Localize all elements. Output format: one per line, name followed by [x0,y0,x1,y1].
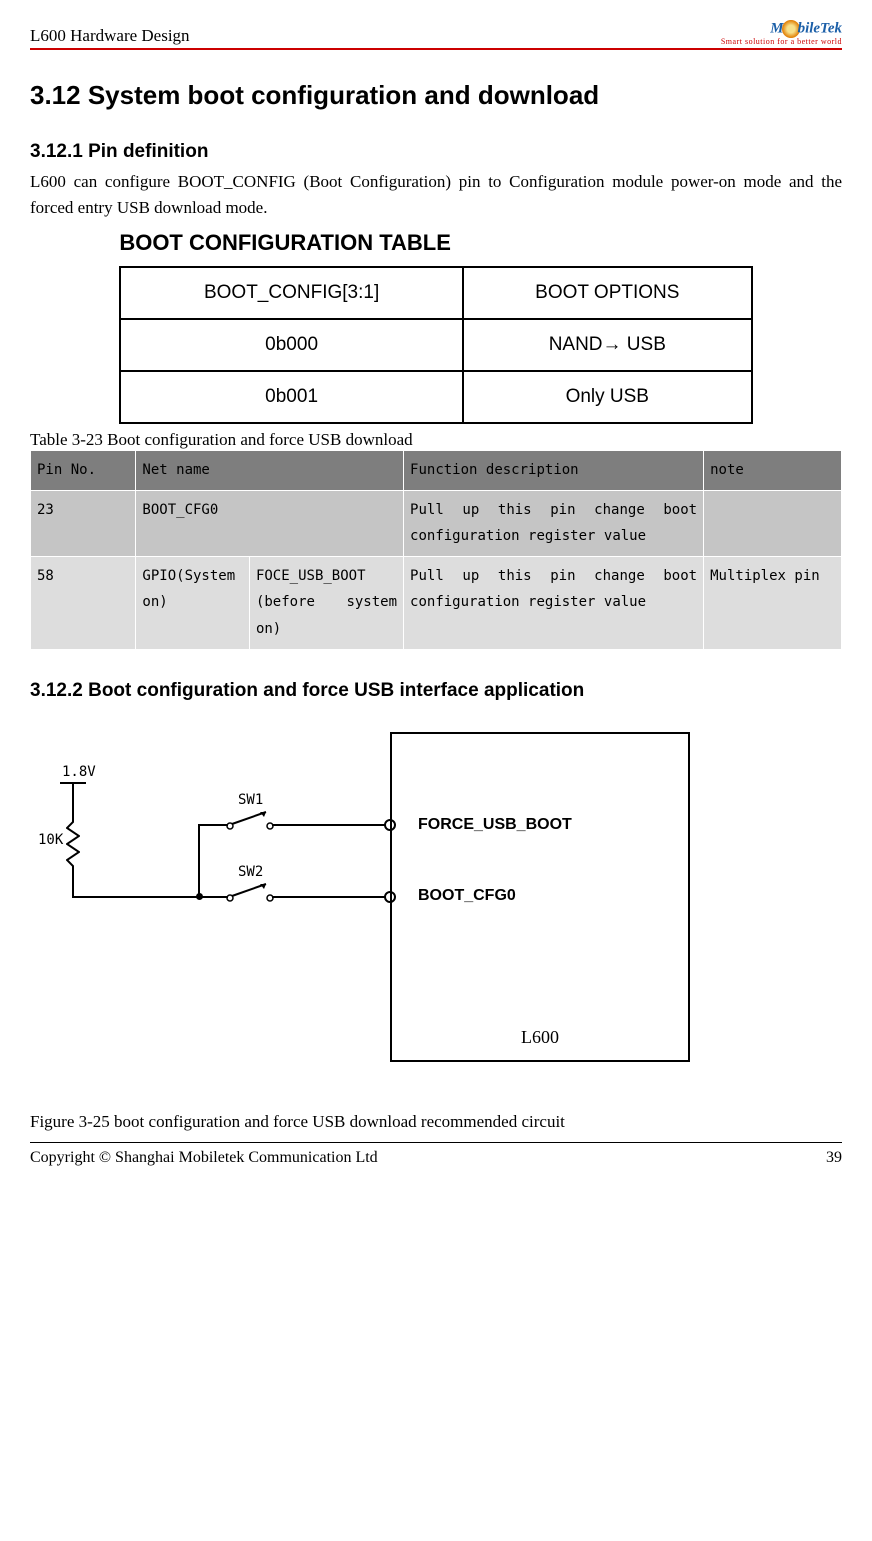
subsection-heading: 3.12.2 Boot configuration and force USB … [30,680,842,702]
table-cell: 0b000 [120,319,463,371]
table-cell: BOOT_CFG0 [136,490,404,556]
logo-letters: bileTek [798,20,842,36]
switch-icon [226,882,274,902]
wire [72,870,74,898]
switch-icon [226,810,274,830]
pin-label: BOOT_CFG0 [418,887,516,905]
table-cell: Pull up this pin change boot configurati… [404,556,704,649]
table-header-cell: Function description [404,451,704,491]
pin-definition-table: Pin No. Net name Function description no… [30,450,842,650]
schematic-diagram: 1.8V 10K SW1 [40,732,700,1092]
table-cell: 0b001 [120,371,463,423]
figure-caption: Figure 3-25 boot configuration and force… [30,1112,842,1132]
page-number: 39 [826,1149,842,1167]
switch-label: SW2 [238,864,263,880]
voltage-label: 1.8V [62,764,96,780]
wire [272,896,390,898]
table-header-cell: BOOT OPTIONS [463,267,752,319]
wire [72,782,74,818]
page-footer: Copyright © Shanghai Mobiletek Communica… [30,1142,842,1167]
wire [198,824,200,898]
module-box: FORCE_USB_BOOT BOOT_CFG0 L600 [390,732,690,1062]
table-cell: 23 [31,490,136,556]
wire [198,824,228,826]
brand-tagline: Smart solution for a better world [721,38,842,46]
module-name: L600 [392,1027,688,1048]
table-row: 23 BOOT_CFG0 Pull up this pin change boo… [31,490,842,556]
table-row: 0b001 Only USB [120,371,751,423]
table-cell [704,490,842,556]
pin-label: FORCE_USB_BOOT [418,816,572,834]
table-cell: NAND→ USB [463,319,752,371]
resistor-value: 10K [38,832,63,848]
table-cell: Only USB [463,371,752,423]
table-header-cell: note [704,451,842,491]
table-row: Pin No. Net name Function description no… [31,451,842,491]
table-row: BOOT_CONFIG[3:1] BOOT OPTIONS [120,267,751,319]
footer-copyright: Copyright © Shanghai Mobiletek Communica… [30,1149,378,1167]
subsection-heading: 3.12.1 Pin definition [30,141,842,163]
body-paragraph: L600 can configure BOOT_CONFIG (Boot Con… [30,169,842,220]
table-header-cell: Pin No. [31,451,136,491]
wire [198,896,228,898]
wire [272,824,390,826]
brand-logo: MbileTek Smart solution for a better wor… [721,20,842,46]
boot-config-table: BOOT_CONFIG[3:1] BOOT OPTIONS 0b000 NAND… [119,266,752,424]
table-cell: Pull up this pin change boot configurati… [404,490,704,556]
resistor-icon [66,818,78,870]
page-header: L600 Hardware Design MbileTek Smart solu… [30,20,842,50]
table-header-cell: BOOT_CONFIG[3:1] [120,267,463,319]
section-heading: 3.12 System boot configuration and downl… [30,80,842,111]
table-cell: Multiplex pin [704,556,842,649]
switch-label: SW1 [238,792,263,808]
table-row: 58 GPIO(System on) FOCE_USB_BOOT (before… [31,556,842,649]
table-header-cell: Net name [136,451,404,491]
table-caption: Table 3-23 Boot configuration and force … [30,430,842,450]
boot-table-title: BOOT CONFIGURATION TABLE [119,230,752,256]
table-cell: 58 [31,556,136,649]
wire [72,896,200,898]
table-row: 0b000 NAND→ USB [120,319,751,371]
doc-title: L600 Hardware Design [30,26,190,46]
table-cell: GPIO(System on) [136,556,250,649]
boot-config-table-figure: BOOT CONFIGURATION TABLE BOOT_CONFIG[3:1… [119,230,752,424]
table-cell: FOCE_USB_BOOT (before system on) [249,556,403,649]
